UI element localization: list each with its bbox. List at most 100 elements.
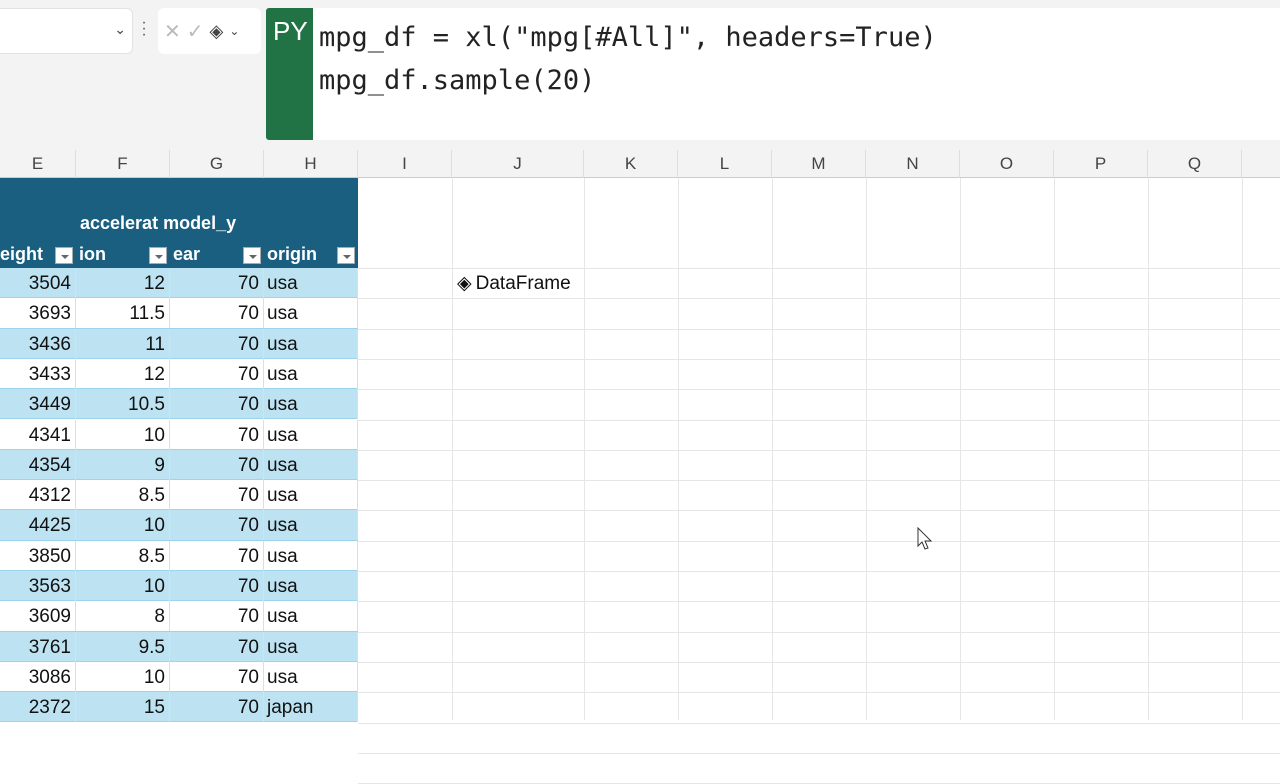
- table-cell[interactable]: 10: [76, 571, 170, 601]
- table-cell[interactable]: usa: [264, 328, 358, 359]
- table-cell[interactable]: usa: [264, 419, 358, 450]
- table-cell[interactable]: usa: [264, 571, 358, 601]
- table-cell[interactable]: 10.5: [76, 389, 170, 420]
- formula-line: mpg_df = xl("mpg[#All]", headers=True): [319, 22, 937, 53]
- column-header-L[interactable]: L: [678, 150, 772, 178]
- table-cell[interactable]: 3433: [0, 358, 76, 389]
- table-cell[interactable]: 8.5: [76, 540, 170, 571]
- table-cell[interactable]: 3086: [0, 661, 76, 692]
- table-cell[interactable]: 4425: [0, 510, 76, 541]
- chevron-down-icon[interactable]: ⌄: [114, 21, 126, 38]
- column-header-F[interactable]: F: [76, 150, 170, 178]
- confirm-icon[interactable]: ✓: [187, 19, 204, 44]
- filter-dropdown-icon[interactable]: [149, 247, 167, 264]
- table-cell[interactable]: 70: [170, 540, 264, 571]
- table-cell[interactable]: 70: [170, 510, 264, 541]
- header-acceleration[interactable]: ion: [79, 244, 106, 265]
- column-header-O[interactable]: O: [960, 150, 1054, 178]
- column-header-K[interactable]: K: [584, 150, 678, 178]
- formula-area: ⌄ · · · ✕ ✓ ◈ ⌄ PY mpg_df = xl("mpg[#All]"…: [0, 0, 1280, 150]
- table-cell[interactable]: 4312: [0, 480, 76, 511]
- header-top-text: accelerat model_y: [80, 213, 237, 233]
- table-cell[interactable]: 9.5: [76, 631, 170, 662]
- table-cell[interactable]: 12: [76, 268, 170, 298]
- table-cell[interactable]: 3609: [0, 601, 76, 632]
- table-cell[interactable]: 70: [170, 268, 264, 298]
- column-header-N[interactable]: N: [866, 150, 960, 178]
- table-cell[interactable]: usa: [264, 268, 358, 298]
- table-cell[interactable]: 70: [170, 661, 264, 692]
- column-header-M[interactable]: M: [772, 150, 866, 178]
- filter-dropdown-icon[interactable]: [55, 247, 73, 264]
- table-cell[interactable]: 15: [76, 692, 170, 723]
- table-cell[interactable]: usa: [264, 449, 358, 480]
- table-cell[interactable]: 70: [170, 480, 264, 511]
- formula-input[interactable]: mpg_df = xl("mpg[#All]", headers=True) mp…: [313, 8, 1280, 140]
- gridline: [358, 268, 1280, 269]
- table-cell[interactable]: 3693: [0, 298, 76, 329]
- python-output-type-icon[interactable]: ◈: [210, 21, 224, 42]
- more-options-icon[interactable]: · · ·: [140, 15, 148, 43]
- column-header-J[interactable]: J: [452, 150, 584, 178]
- header-model-year[interactable]: ear: [173, 244, 200, 265]
- header-weight[interactable]: eight: [0, 244, 43, 265]
- dataframe-cell[interactable]: ◈ DataFrame: [457, 272, 571, 295]
- gridline: [358, 419, 1280, 421]
- column-header-H[interactable]: H: [264, 150, 358, 178]
- table-cell[interactable]: 9: [76, 449, 170, 480]
- gridline: [358, 540, 1280, 542]
- table-cell[interactable]: 70: [170, 631, 264, 662]
- table-cell[interactable]: 70: [170, 328, 264, 359]
- table-cell[interactable]: 8.5: [76, 480, 170, 511]
- table-cell[interactable]: 4341: [0, 419, 76, 450]
- table-cell[interactable]: usa: [264, 510, 358, 541]
- table-cell[interactable]: usa: [264, 631, 358, 662]
- table-cell[interactable]: usa: [264, 298, 358, 329]
- header-origin[interactable]: origin: [267, 244, 317, 265]
- table-cell[interactable]: 70: [170, 298, 264, 329]
- gridline: [358, 722, 1280, 724]
- table-cell[interactable]: 70: [170, 692, 264, 723]
- table-cell[interactable]: 70: [170, 358, 264, 389]
- table-cell[interactable]: usa: [264, 480, 358, 511]
- table-cell[interactable]: 3850: [0, 540, 76, 571]
- table-cell[interactable]: 70: [170, 449, 264, 480]
- table-cell[interactable]: 3563: [0, 571, 76, 601]
- column-header-G[interactable]: G: [170, 150, 264, 178]
- cancel-icon[interactable]: ✕: [164, 19, 181, 44]
- gridline: [358, 571, 1280, 572]
- python-mode-badge[interactable]: PY: [266, 8, 313, 140]
- table-cell[interactable]: usa: [264, 389, 358, 420]
- table-cell[interactable]: usa: [264, 661, 358, 692]
- table-cell[interactable]: 10: [76, 510, 170, 541]
- table-cell[interactable]: usa: [264, 540, 358, 571]
- table-cell[interactable]: 4354: [0, 449, 76, 480]
- table-cell[interactable]: usa: [264, 358, 358, 389]
- gridline: [358, 752, 1280, 754]
- table-cell[interactable]: 12: [76, 358, 170, 389]
- table-cell[interactable]: 3449: [0, 389, 76, 420]
- column-header-P[interactable]: P: [1054, 150, 1148, 178]
- table-cell[interactable]: 11: [76, 328, 170, 359]
- table-cell[interactable]: 10: [76, 661, 170, 692]
- chevron-down-icon[interactable]: ⌄: [229, 24, 239, 38]
- table-cell[interactable]: 3504: [0, 268, 76, 298]
- table-cell[interactable]: 10: [76, 419, 170, 450]
- table-cell[interactable]: 3761: [0, 631, 76, 662]
- filter-dropdown-icon[interactable]: [337, 247, 355, 264]
- table-cell[interactable]: 3436: [0, 328, 76, 359]
- table-cell[interactable]: 11.5: [76, 298, 170, 329]
- table-cell[interactable]: 70: [170, 601, 264, 632]
- table-cell[interactable]: 70: [170, 419, 264, 450]
- table-cell[interactable]: 70: [170, 389, 264, 420]
- column-header-E[interactable]: E: [0, 150, 76, 178]
- table-cell[interactable]: 2372: [0, 692, 76, 723]
- name-box[interactable]: ⌄: [0, 8, 133, 54]
- filter-dropdown-icon[interactable]: [243, 247, 261, 264]
- table-cell[interactable]: 70: [170, 571, 264, 601]
- column-header-I[interactable]: I: [358, 150, 452, 178]
- table-cell[interactable]: 8: [76, 601, 170, 632]
- table-cell[interactable]: usa: [264, 601, 358, 632]
- table-cell[interactable]: japan: [264, 692, 358, 723]
- column-header-Q[interactable]: Q: [1148, 150, 1242, 178]
